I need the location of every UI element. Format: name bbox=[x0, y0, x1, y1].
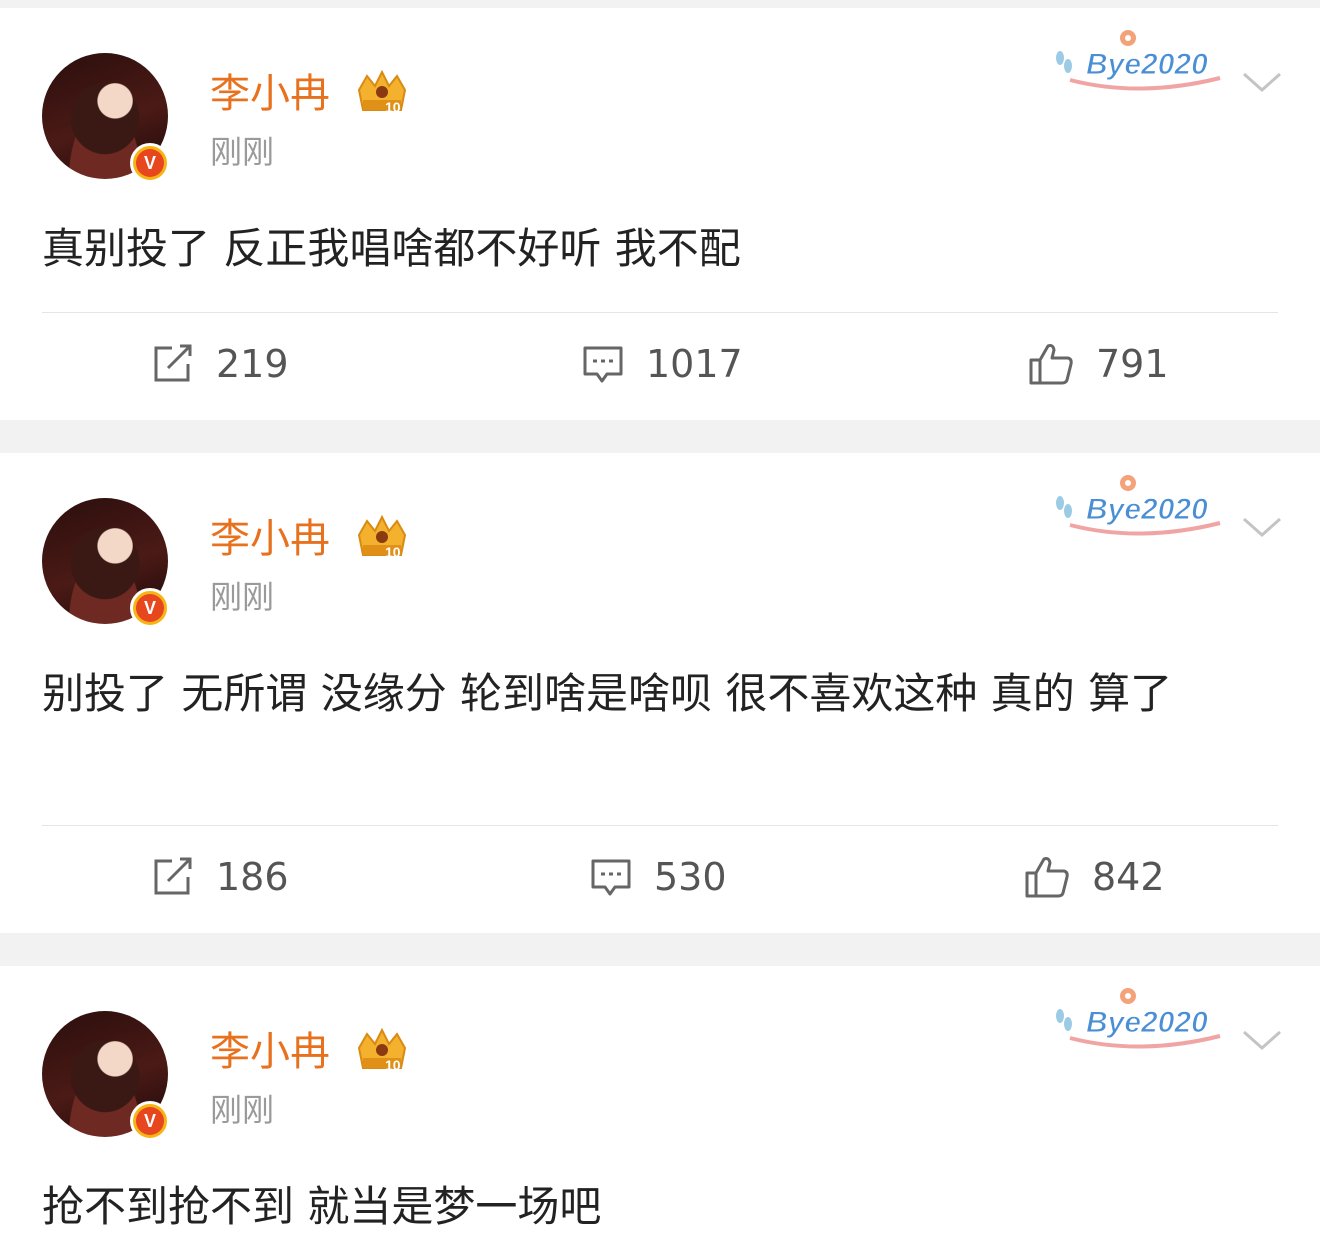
crown-icon[interactable]: 10 bbox=[355, 1028, 409, 1074]
verified-icon: V bbox=[130, 143, 170, 183]
chevron-down-icon[interactable] bbox=[1240, 513, 1284, 543]
comment-count: 530 bbox=[654, 855, 727, 899]
verified-icon: V bbox=[130, 1101, 170, 1141]
post-time: 刚刚 bbox=[210, 578, 275, 616]
post-card[interactable]: V 李小冉 10 刚刚 Bye2020 真别投了 反正我唱啥都不好听 我不配 2… bbox=[0, 8, 1320, 420]
badge-text: Bye2020 bbox=[1086, 48, 1208, 81]
bye2020-badge: Bye2020 bbox=[1056, 988, 1221, 1049]
post-time: 刚刚 bbox=[210, 1091, 275, 1129]
badge-text: Bye2020 bbox=[1086, 493, 1208, 526]
action-bar: 186 530 842 bbox=[0, 827, 1320, 927]
like-count: 791 bbox=[1096, 342, 1169, 386]
post-time: 刚刚 bbox=[210, 133, 275, 171]
comment-icon bbox=[583, 346, 623, 383]
like-count: 842 bbox=[1092, 855, 1165, 899]
repost-button[interactable]: 219 bbox=[152, 314, 289, 414]
comment-count: 1017 bbox=[646, 342, 743, 386]
post-text: 抢不到抢不到 就当是梦一场吧 bbox=[42, 1182, 602, 1231]
chevron-down-icon[interactable] bbox=[1240, 68, 1284, 98]
crown-icon[interactable]: 10 bbox=[355, 70, 409, 116]
verified-icon: V bbox=[130, 588, 170, 628]
repost-icon bbox=[154, 344, 192, 382]
level-badge-text: 10 bbox=[385, 99, 401, 115]
chevron-down-icon[interactable] bbox=[1240, 1026, 1284, 1056]
comment-button[interactable]: 1017 bbox=[582, 314, 743, 414]
post-text: 别投了 无所谓 没缘分 轮到啥是啥呗 很不喜欢这种 真的 算了 bbox=[42, 669, 1173, 718]
post-card[interactable]: V 李小冉 10 刚刚 Bye2020 别投了 无所谓 没缘分 轮到啥是啥呗 很… bbox=[0, 453, 1320, 933]
like-button[interactable]: 791 bbox=[1028, 314, 1169, 414]
avatar[interactable]: V bbox=[42, 498, 170, 628]
action-bar: 219 1017 791 bbox=[0, 314, 1320, 414]
level-badge-text: 10 bbox=[385, 544, 401, 560]
username[interactable]: 李小冉 bbox=[210, 70, 330, 118]
badge-text: Bye2020 bbox=[1086, 1006, 1208, 1039]
repost-count: 219 bbox=[216, 342, 289, 386]
level-badge-text: 10 bbox=[385, 1057, 401, 1073]
repost-icon bbox=[154, 857, 192, 895]
bye2020-badge: Bye2020 bbox=[1056, 30, 1221, 91]
divider bbox=[42, 312, 1278, 313]
bye2020-badge: Bye2020 bbox=[1056, 475, 1221, 536]
thumbs-up-icon bbox=[1029, 344, 1073, 385]
thumbs-up-icon bbox=[1025, 857, 1069, 898]
avatar[interactable]: V bbox=[42, 53, 170, 183]
post-text: 真别投了 反正我唱啥都不好听 我不配 bbox=[42, 224, 741, 273]
username[interactable]: 李小冉 bbox=[210, 515, 330, 563]
post-card[interactable]: V 李小冉 10 刚刚 Bye2020 抢不到抢不到 就当是梦一场吧 bbox=[0, 966, 1320, 1260]
comment-icon bbox=[591, 859, 631, 896]
like-button[interactable]: 842 bbox=[1024, 827, 1165, 927]
comment-button[interactable]: 530 bbox=[590, 827, 727, 927]
repost-count: 186 bbox=[216, 855, 289, 899]
username[interactable]: 李小冉 bbox=[210, 1028, 330, 1076]
repost-button[interactable]: 186 bbox=[152, 827, 289, 927]
weibo-feed: V 李小冉 10 刚刚 Bye2020 真别投了 反正我唱啥都不好听 我不配 2… bbox=[0, 0, 1320, 1260]
divider bbox=[42, 825, 1278, 826]
crown-icon[interactable]: 10 bbox=[355, 515, 409, 561]
avatar[interactable]: V bbox=[42, 1011, 170, 1141]
